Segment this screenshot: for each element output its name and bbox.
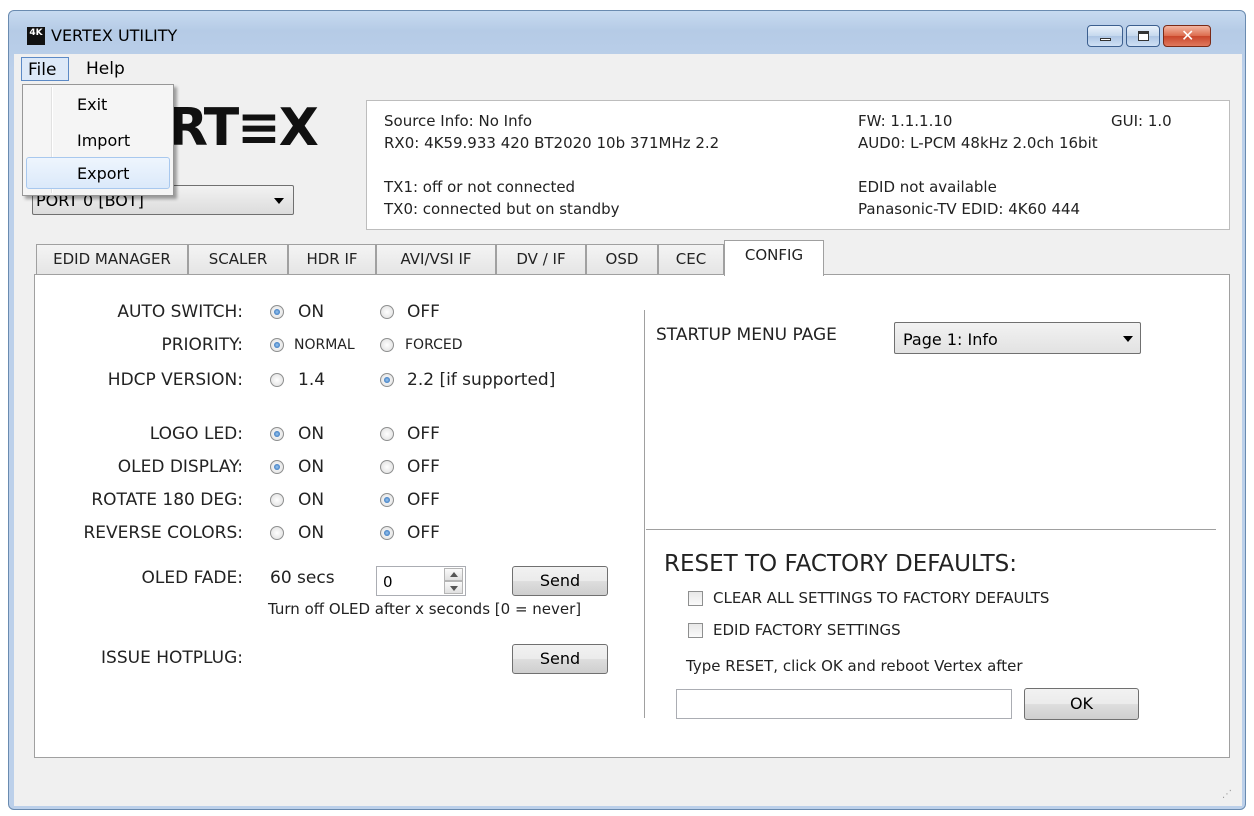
startup-menu-value: Page 1: Info [903,330,998,349]
reverse-off-radio[interactable] [380,526,394,540]
reset-input[interactable] [676,689,1012,719]
rotate-label: ROTATE 180 DEG: [91,490,243,510]
startup-menu-label: STARTUP MENU PAGE [656,325,837,345]
chevron-down-icon [1123,336,1133,342]
logo-led-on-radio[interactable] [270,427,284,441]
logo-led-off-label: OFF [407,424,440,444]
clear-all-label: CLEAR ALL SETTINGS TO FACTORY DEFAULTS [713,589,1050,607]
auto-switch-on-radio[interactable] [270,305,284,319]
auto-switch-label: AUTO SWITCH: [117,302,243,322]
spin-down-icon [450,586,458,591]
auto-switch-off-label: OFF [407,302,440,322]
priority-normal-label: NORMAL [294,337,355,353]
spin-up-button[interactable] [444,568,463,581]
hdcp-version-label: HDCP VERSION: [107,370,243,390]
file-menu: Exit Import Export [22,84,174,196]
oled-fade-send-button[interactable]: Send [512,566,608,596]
priority-normal-radio[interactable] [270,338,284,352]
oled-fade-spinner-value: 0 [383,573,393,591]
vertical-divider [644,310,645,718]
oled-display-on-radio[interactable] [270,460,284,474]
logo-led-off-radio[interactable] [380,427,394,441]
priority-label: PRIORITY: [161,335,243,355]
auto-switch-on-label: ON [298,302,325,322]
oled-fade-spinner[interactable]: 0 [376,566,466,596]
menu-item-exit[interactable]: Exit [77,95,107,114]
startup-menu-select[interactable]: Page 1: Info [894,322,1141,354]
auto-switch-off-radio[interactable] [380,305,394,319]
reverse-on-radio[interactable] [270,526,284,540]
oled-display-off-radio[interactable] [380,460,394,474]
rotate-on-label: ON [298,490,325,510]
menu-item-import[interactable]: Import [77,131,130,150]
horizontal-divider [646,529,1216,530]
reset-title: RESET TO FACTORY DEFAULTS: [664,551,1017,577]
priority-forced-radio[interactable] [380,338,394,352]
edid-factory-label: EDID FACTORY SETTINGS [713,621,901,639]
oled-display-off-label: OFF [407,457,440,477]
hdcp-22-radio[interactable] [380,373,394,387]
oled-fade-label: OLED FADE: [141,568,244,588]
reverse-on-label: ON [298,523,325,543]
edid-factory-checkbox[interactable] [688,623,703,638]
tab-config[interactable]: CONFIG [724,240,824,276]
rotate-on-radio[interactable] [270,493,284,507]
rotate-off-radio[interactable] [380,493,394,507]
priority-forced-label: FORCED [405,337,463,353]
menu-item-export[interactable]: Export [26,157,170,189]
logo-led-label: LOGO LED: [149,424,243,444]
hotplug-send-button[interactable]: Send [512,644,608,674]
oled-display-on-label: ON [298,457,325,477]
reset-instruction: Type RESET, click OK and reboot Vertex a… [686,657,1023,675]
reverse-off-label: OFF [407,523,440,543]
hdcp-14-radio[interactable] [270,373,284,387]
spin-up-icon [450,572,458,577]
ok-button[interactable]: OK [1024,688,1139,720]
rotate-off-label: OFF [407,490,440,510]
issue-hotplug-label: ISSUE HOTPLUG: [101,648,243,668]
logo-led-on-label: ON [298,424,325,444]
hdcp-22-label: 2.2 [if supported] [407,370,556,390]
oled-fade-value: 60 secs [270,568,335,588]
menu-item-export-label: Export [77,164,130,183]
oled-display-label: OLED DISPLAY: [117,457,243,477]
oled-fade-hint: Turn off OLED after x seconds [0 = never… [268,600,582,618]
hdcp-14-label: 1.4 [298,370,326,390]
spin-down-button[interactable] [444,581,463,594]
reverse-colors-label: REVERSE COLORS: [83,523,244,543]
clear-all-checkbox[interactable] [688,591,703,606]
